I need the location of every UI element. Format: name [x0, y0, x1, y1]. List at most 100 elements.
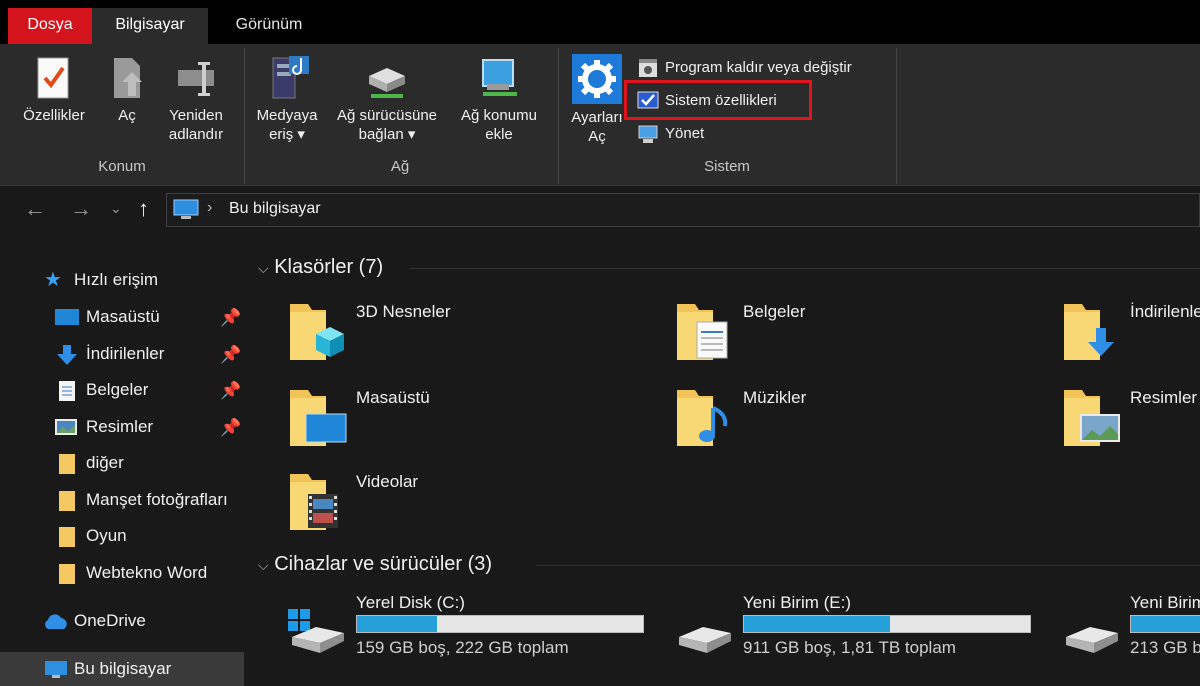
folder-documents[interactable]: Belgeler [673, 300, 805, 369]
sidebar-item-documents[interactable]: Belgeler 📌 [0, 373, 244, 407]
collapse-chevron-icon: ⌵ [258, 260, 269, 276]
navigation-bar: ← → ⌄ ↑ › Bu bilgisayar [0, 188, 1200, 232]
folder-downloads[interactable]: İndirilenler [1060, 300, 1200, 369]
drive-third[interactable]: Yeni Birim 213 GB b [1060, 593, 1200, 675]
this-pc-icon [45, 661, 67, 678]
sidebar-item-label: Webtekno Word [86, 563, 208, 582]
address-bar[interactable]: › Bu bilgisayar [166, 193, 1200, 227]
hard-drive-icon [1066, 627, 1118, 653]
drive-name: Yerel Disk (C:) [356, 593, 465, 612]
sidebar-item-quick-access[interactable]: ★ Hızlı erişim [0, 263, 244, 297]
manage-button[interactable]: Yönet [637, 120, 737, 148]
map-network-drive-label-line2: bağlan ▾ [358, 126, 416, 143]
sidebar-item-this-pc[interactable]: Bu bilgisayar [0, 652, 244, 686]
folder-desktop[interactable]: Masaüstü [286, 386, 430, 455]
3d-objects-folder-icon [290, 304, 344, 360]
section-divider [536, 565, 1200, 566]
sidebar-item-folder[interactable]: Manşet fotoğrafları [0, 483, 244, 517]
tab-computer[interactable]: Bilgisayar [92, 8, 208, 44]
settings-gear-icon [572, 54, 622, 104]
folder-name: Resimler [1130, 388, 1198, 407]
rename-icon [178, 62, 214, 96]
drive-space-info: 159 GB boş, 222 GB toplam [356, 638, 569, 657]
tab-view[interactable]: Görünüm [216, 8, 322, 44]
open-settings-label-line1: Ayarları [571, 109, 623, 126]
desktop-folder-icon [290, 390, 347, 446]
documents-folder-icon [677, 304, 728, 360]
drive-e[interactable]: Yeni Birim (E:) 911 GB boş, 1,81 TB topl… [673, 593, 1031, 662]
media-access-label-line2-text: eriş [269, 126, 294, 143]
tab-file[interactable]: Dosya [8, 8, 92, 44]
folder-name: Müzikler [743, 388, 807, 407]
group-label-konum: Konum [98, 158, 146, 175]
pictures-icon [55, 419, 77, 435]
drive-name: Yeni Birim [1130, 593, 1200, 612]
sidebar-item-label: Oyun [86, 526, 127, 545]
pin-icon: 📌 [220, 308, 242, 327]
forward-arrow-icon[interactable]: → [70, 196, 92, 222]
sidebar-item-label: OneDrive [74, 611, 146, 630]
folder-name: 3D Nesneler [356, 302, 451, 321]
videos-folder-icon [290, 474, 338, 530]
group-label-ag: Ağ [390, 158, 410, 175]
add-network-location-button[interactable]: Ağ konumu ekle [450, 54, 548, 144]
drive-usage-bar [743, 615, 1031, 633]
map-network-drive-button[interactable]: Ağ sürücüsüne bağlan ▾ [326, 54, 448, 144]
sidebar-item-folder[interactable]: Webtekno Word [0, 556, 244, 590]
desktop-icon [55, 309, 79, 325]
sidebar-item-folder[interactable]: diğer [0, 446, 244, 480]
folder-name: İndirilenler [1130, 302, 1200, 321]
sidebar-item-desktop[interactable]: Masaüstü 📌 [0, 300, 244, 334]
folders-section-header[interactable]: ⌵ Klasörler (7) [258, 256, 383, 279]
drive-space-info: 213 GB b [1130, 638, 1200, 657]
open-settings-button[interactable]: Ayarları Aç [566, 54, 628, 146]
sidebar-item-folder[interactable]: Oyun [0, 519, 244, 553]
pin-icon: 📌 [220, 418, 242, 437]
folder-pictures[interactable]: Resimler [1060, 386, 1197, 455]
folder-icon [59, 454, 75, 474]
drive-usage-bar [356, 615, 644, 633]
drive-c[interactable]: Yerel Disk (C:) 159 GB boş, 222 GB topla… [286, 593, 644, 662]
download-arrow-icon [57, 345, 77, 365]
open-icon [114, 58, 142, 98]
music-folder-icon [677, 390, 728, 446]
pin-icon: 📌 [220, 381, 242, 400]
folder-icon [59, 527, 75, 547]
properties-icon [37, 57, 69, 99]
drives-section-title: Cihazlar ve sürücüler (3) [274, 553, 493, 575]
folder-icon [59, 564, 75, 584]
up-arrow-icon[interactable]: ↑ [138, 196, 149, 222]
sidebar-item-label: Bu bilgisayar [74, 659, 172, 678]
sidebar-item-label: Belgeler [86, 380, 149, 399]
sidebar-item-label: Resimler [86, 417, 154, 436]
properties-button[interactable]: Özellikler [12, 56, 96, 125]
pin-icon: 📌 [220, 345, 242, 364]
drive-usage-bar [1130, 615, 1200, 633]
folder-name: Videolar [356, 472, 419, 491]
navigation-pane: ★ Hızlı erişim Masaüstü 📌 İndirilenler 📌… [0, 240, 244, 686]
rename-label-line1: Yeniden [169, 107, 223, 124]
sidebar-item-downloads[interactable]: İndirilenler 📌 [0, 337, 244, 371]
sidebar-item-onedrive[interactable]: OneDrive [0, 604, 244, 638]
drive-usage-fill [1131, 616, 1200, 632]
folder-videos[interactable]: Videolar [286, 470, 418, 539]
manage-label: Yönet [665, 125, 705, 142]
uninstall-program-button[interactable]: Program kaldır veya değiştir [637, 54, 887, 82]
rename-button[interactable]: Yeniden adlandır [156, 56, 236, 144]
recent-locations-chevron-icon[interactable]: ⌄ [110, 200, 122, 217]
sidebar-item-label: diğer [86, 453, 124, 472]
sidebar-item-label: Hızlı erişim [74, 270, 159, 289]
uninstall-program-label: Program kaldır veya değiştir [665, 59, 852, 76]
breadcrumb-this-pc[interactable]: Bu bilgisayar [229, 200, 321, 218]
back-arrow-icon[interactable]: ← [24, 196, 46, 222]
folder-music[interactable]: Müzikler [673, 386, 806, 455]
media-access-button[interactable]: Medyaya eriş ▾ [250, 54, 324, 144]
sidebar-item-pictures[interactable]: Resimler 📌 [0, 410, 244, 444]
drives-section-header[interactable]: ⌵ Cihazlar ve sürücüler (3) [258, 553, 492, 576]
uninstall-icon [639, 59, 657, 77]
folder-name: Belgeler [743, 302, 806, 321]
open-button[interactable]: Aç [104, 56, 150, 125]
folder-3d-objects[interactable]: 3D Nesneler [286, 300, 451, 369]
manage-computer-icon [638, 125, 658, 143]
add-network-location-label-line2: ekle [485, 126, 513, 143]
